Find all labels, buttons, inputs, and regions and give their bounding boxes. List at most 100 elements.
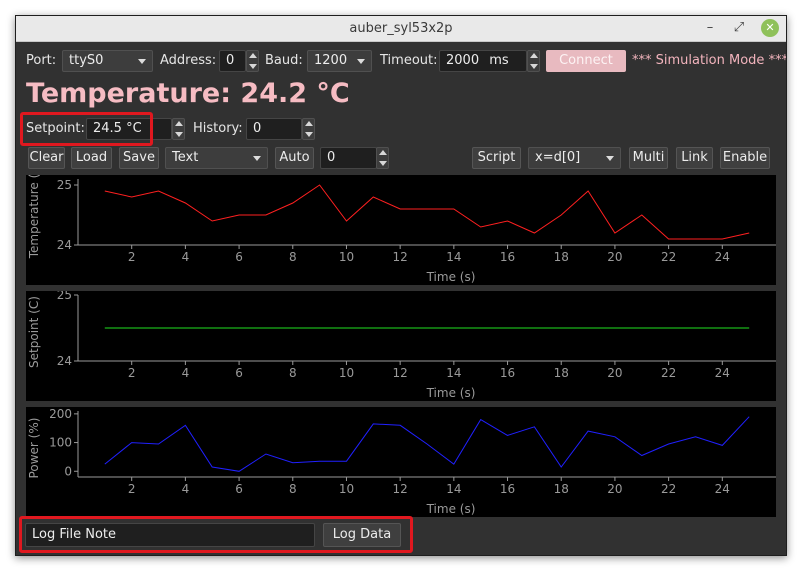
x-tick-label: 18 xyxy=(554,482,569,496)
baud-label: Baud: xyxy=(265,53,303,68)
x-tick-label: 6 xyxy=(235,482,243,496)
temperature-series-line xyxy=(104,184,750,240)
y-tick-label: 24 xyxy=(57,238,72,252)
connect-button[interactable]: Connect xyxy=(546,50,626,72)
x-tick-label: 2 xyxy=(128,482,136,496)
x-tick-label: 16 xyxy=(500,366,515,380)
power-plot[interactable]: 2 4 6 8 10 12 14 16 18 20 22 24 0 100 200 Time (s) Power… xyxy=(26,407,776,517)
clear-button[interactable]: Clear xyxy=(28,147,65,169)
x-tick-label: 20 xyxy=(607,482,622,496)
setpoint-input[interactable]: 24.5 °C xyxy=(86,118,172,140)
x-tick-label: 22 xyxy=(661,366,676,380)
port-select[interactable]: ttyS0 xyxy=(62,50,153,72)
x-tick-label: 24 xyxy=(715,250,730,264)
auto-button[interactable]: Auto xyxy=(275,147,314,169)
address-input[interactable]: 0 xyxy=(219,50,246,72)
y-tick-label: 25 xyxy=(57,291,72,302)
setpoint-label: Setpoint: xyxy=(26,121,85,136)
setpoint-plot[interactable]: 2 4 6 8 10 12 14 16 18 20 22 24 24 25 Time (s) Setpoint… xyxy=(26,291,776,401)
setpoint-stepper[interactable] xyxy=(172,118,185,140)
x-axis-label: Time (s) xyxy=(426,386,476,400)
temperature-plot-svg: 2 4 6 8 10 12 14 16 18 20 22 242425Time (s)Temperat… xyxy=(27,175,776,284)
arrow-up-icon xyxy=(249,53,257,58)
script-button[interactable]: Script xyxy=(472,147,521,169)
x-tick-label: 20 xyxy=(607,250,622,264)
y-tick-label: 0 xyxy=(64,464,72,478)
arrow-up-icon xyxy=(530,53,538,58)
minimize-icon[interactable]: – xyxy=(701,19,719,37)
x-tick-label: 12 xyxy=(393,366,408,380)
chevron-down-icon xyxy=(357,59,365,64)
format-value: Text xyxy=(172,150,199,165)
enable-button[interactable]: Enable xyxy=(720,147,770,169)
x-tick-label: 10 xyxy=(339,366,354,380)
x-tick-label: 14 xyxy=(446,250,461,264)
x-tick-label: 14 xyxy=(446,366,461,380)
power-plot-svg: 2 4 6 8 10 12 14 16 18 20 22 240100200Time (s)Power… xyxy=(27,407,776,516)
x-tick-label: 4 xyxy=(182,250,190,264)
maximize-icon[interactable]: ⤢ xyxy=(730,19,748,37)
close-icon[interactable]: ✕ xyxy=(761,19,779,37)
address-label: Address: xyxy=(160,53,217,68)
y-axis-label: Temperature ( xyxy=(27,175,41,259)
simulation-mode-text: *** Simulation Mode *** xyxy=(632,53,787,68)
auto-input[interactable]: 0 xyxy=(320,147,377,169)
x-tick-label: 6 xyxy=(235,250,243,264)
timeout-label: Timeout: xyxy=(380,53,438,68)
auto-stepper[interactable] xyxy=(376,147,389,169)
temperature-plot[interactable]: 2 4 6 8 10 12 14 16 18 20 22 24 24 25 Time (s) Temperat… xyxy=(26,175,776,285)
expression-select[interactable]: x=d[0] xyxy=(528,147,621,169)
chevron-down-icon xyxy=(138,59,146,64)
load-button[interactable]: Load xyxy=(71,147,112,169)
history-input[interactable]: 0 xyxy=(246,118,302,140)
log-note-input[interactable]: Log File Note xyxy=(25,523,315,547)
timeout-input[interactable]: 2000 ms xyxy=(439,50,527,72)
x-tick-label: 12 xyxy=(393,250,408,264)
history-stepper[interactable] xyxy=(302,118,315,140)
x-tick-label: 10 xyxy=(339,482,354,496)
window-title: auber_syl53x2p xyxy=(349,21,453,36)
x-tick-label: 14 xyxy=(446,482,461,496)
temperature-readout: Temperature: 24.2 °C xyxy=(26,78,350,109)
timeout-value: 2000 xyxy=(446,53,480,68)
arrow-up-icon xyxy=(379,150,387,155)
arrow-down-icon xyxy=(305,132,313,137)
baud-select[interactable]: 1200 xyxy=(307,50,372,72)
title-bar: auber_syl53x2p – ⤢ ✕ xyxy=(16,16,786,42)
x-tick-label: 8 xyxy=(289,250,297,264)
setpoint-plot-svg: 2 4 6 8 10 12 14 16 18 20 22 242425Time (s)Setpoint… xyxy=(27,291,776,400)
timeout-stepper[interactable] xyxy=(527,50,540,72)
log-data-button[interactable]: Log Data xyxy=(323,523,401,547)
port-value: ttyS0 xyxy=(69,53,104,68)
x-tick-label: 2 xyxy=(128,366,136,380)
baud-value: 1200 xyxy=(314,53,348,68)
chevron-down-icon xyxy=(606,156,614,161)
arrow-up-icon xyxy=(305,121,313,126)
x-tick-label: 24 xyxy=(715,366,730,380)
x-tick-label: 4 xyxy=(182,366,190,380)
arrow-up-icon xyxy=(175,121,183,126)
app-window: auber_syl53x2p – ⤢ ✕ Port: ttyS0 Address… xyxy=(15,15,787,556)
multi-button[interactable]: Multi xyxy=(629,147,668,169)
timeout-unit: ms xyxy=(489,53,509,68)
x-tick-label: 16 xyxy=(500,482,515,496)
history-label: History: xyxy=(193,121,243,136)
y-tick-label: 200 xyxy=(49,407,72,421)
x-tick-label: 10 xyxy=(339,250,354,264)
expression-value: x=d[0] xyxy=(535,150,581,165)
x-tick-label: 8 xyxy=(289,366,297,380)
port-label: Port: xyxy=(26,53,57,68)
format-select[interactable]: Text xyxy=(165,147,268,169)
address-stepper[interactable] xyxy=(246,50,259,72)
y-tick-label: 24 xyxy=(57,354,72,368)
y-axis-label: Setpoint (C) xyxy=(27,296,41,368)
link-button[interactable]: Link xyxy=(676,147,713,169)
y-tick-label: 25 xyxy=(57,178,72,192)
x-tick-label: 18 xyxy=(554,250,569,264)
arrow-down-icon xyxy=(530,64,538,69)
x-tick-label: 18 xyxy=(554,366,569,380)
arrow-down-icon xyxy=(175,132,183,137)
power-series-line xyxy=(104,416,750,472)
x-tick-label: 16 xyxy=(500,250,515,264)
save-button[interactable]: Save xyxy=(119,147,159,169)
